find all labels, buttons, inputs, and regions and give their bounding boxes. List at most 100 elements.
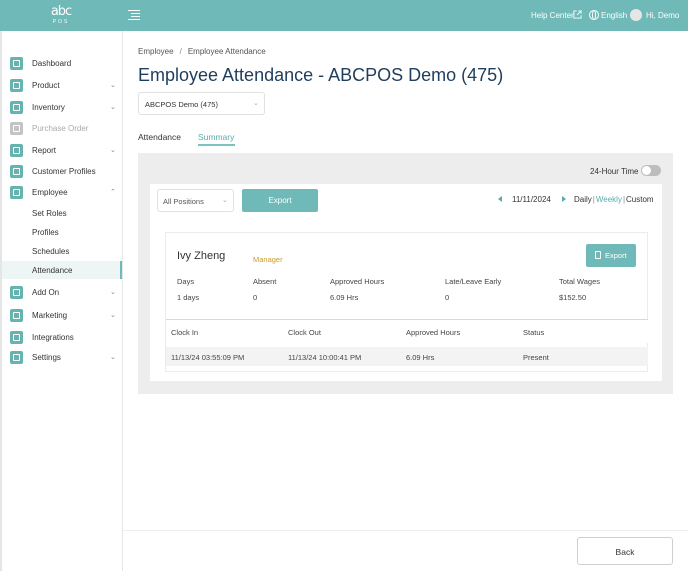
sidebar-item-label: Report xyxy=(32,146,57,155)
home-icon xyxy=(10,57,23,70)
sidebar-item-label: Product xyxy=(32,81,60,90)
positions-select-value: All Positions xyxy=(163,197,204,206)
stat-value-days: 1 days xyxy=(177,293,200,302)
positions-select[interactable]: All Positions ⌄ xyxy=(157,189,234,212)
sidebar-subitem-attendance[interactable]: Attendance xyxy=(2,261,122,279)
sidebar-item-add-on[interactable]: Add On ⌄ xyxy=(2,283,122,301)
stat-header-absent: Absent xyxy=(253,277,277,286)
sidebar-item-product[interactable]: Product ⌄ xyxy=(2,76,122,94)
sidebar-item-label: Customer Profiles xyxy=(32,167,96,176)
tab-attendance[interactable]: Attendance xyxy=(138,132,181,142)
document-icon xyxy=(595,251,601,259)
range-separator: | xyxy=(592,195,595,204)
stat-header-approved-hours: Approved Hours xyxy=(330,277,385,286)
breadcrumb-separator: / xyxy=(179,47,182,56)
chevron-down-icon: ⌄ xyxy=(110,289,116,296)
language-selector[interactable]: English xyxy=(601,11,627,20)
user-icon xyxy=(10,165,23,178)
range-custom[interactable]: Custom xyxy=(626,195,654,204)
range-weekly[interactable]: Weekly xyxy=(596,195,622,204)
external-link-icon[interactable] xyxy=(573,10,582,19)
breadcrumb-current: Employee Attendance xyxy=(187,47,266,56)
sidebar-subitem-schedules[interactable]: Schedules xyxy=(2,242,122,260)
main-content: Employee / Employee Attendance Employee At… xyxy=(123,31,688,530)
chevron-down-icon: ⌄ xyxy=(222,197,228,204)
sidebar-item-label: Add On xyxy=(32,288,60,297)
employee-export-label: Export xyxy=(605,251,627,260)
help-center-link[interactable]: Help Center xyxy=(531,11,574,20)
previous-date-icon[interactable] xyxy=(498,196,502,202)
logo-text: abc xyxy=(50,4,72,19)
sidebar-item-marketing[interactable]: Marketing ⌄ xyxy=(2,306,122,324)
summary-panel: 24-Hour Time All Positions ⌄ Export 11/1… xyxy=(138,153,673,394)
store-select[interactable]: ABCPOS Demo (475) ⌄ xyxy=(138,92,265,115)
range-daily[interactable]: Daily xyxy=(574,195,592,204)
stat-value-late-leave-early: 0 xyxy=(445,293,450,302)
sidebar-subitem-set-roles[interactable]: Set Roles xyxy=(2,204,122,222)
share-icon xyxy=(10,331,23,344)
24-hour-time-label: 24-Hour Time xyxy=(590,167,639,176)
sidebar-item-label: Schedules xyxy=(32,247,70,256)
breadcrumb-employee[interactable]: Employee xyxy=(138,47,174,56)
gear-icon xyxy=(10,351,23,364)
24-hour-time-toggle[interactable] xyxy=(641,165,661,176)
chevron-down-icon: ⌄ xyxy=(110,82,116,89)
stat-value-absent: 0 xyxy=(253,293,258,302)
cell-status: Present xyxy=(523,353,549,362)
sidebar-item-inventory[interactable]: Inventory ⌄ xyxy=(2,98,122,116)
sidebar-item-employee[interactable]: Employee ⌃ xyxy=(2,183,122,201)
sidebar-item-settings[interactable]: Settings ⌄ xyxy=(2,348,122,366)
table-row: 11/13/24 03:55:09 PM 11/13/24 10:00:41 P… xyxy=(166,347,648,366)
active-tab-indicator xyxy=(198,144,235,146)
sidebar-item-label: Profiles xyxy=(32,228,59,237)
clipboard-icon xyxy=(10,101,23,114)
sidebar-item-dashboard[interactable]: Dashboard xyxy=(2,54,122,72)
page-title: Employee Attendance - ABCPOS Demo (475) xyxy=(138,65,504,85)
stat-value-total-wages: $152.50 xyxy=(559,293,587,302)
breadcrumb: Employee / Employee Attendance xyxy=(138,47,266,56)
megaphone-icon xyxy=(10,309,23,322)
back-button[interactable]: Back xyxy=(577,537,673,565)
chevron-down-icon: ⌄ xyxy=(110,104,116,111)
range-separator: | xyxy=(622,195,626,204)
stat-value-approved-hours: 6.09 Hrs xyxy=(330,293,359,302)
sidebar-item-label: Marketing xyxy=(32,311,68,320)
chevron-down-icon: ⌄ xyxy=(110,354,116,361)
sidebar-item-report[interactable]: Report ⌄ xyxy=(2,141,122,159)
sidebar-subitem-profiles[interactable]: Profiles xyxy=(2,223,122,241)
sidebar-item-customer-profiles[interactable]: Customer Profiles xyxy=(2,162,122,180)
sidebar-item-label: Integrations xyxy=(32,333,74,342)
employee-role: Manager xyxy=(253,255,283,264)
column-header-clock-out: Clock Out xyxy=(288,328,321,337)
column-header-status: Status xyxy=(523,328,545,337)
grid-icon xyxy=(10,79,23,92)
next-date-icon[interactable] xyxy=(562,196,566,202)
puzzle-icon xyxy=(10,286,23,299)
menu-toggle-icon[interactable] xyxy=(128,10,140,20)
logo-subtext: POS xyxy=(52,19,70,25)
tab-summary[interactable]: Summary xyxy=(198,132,234,142)
sidebar-item-label: Inventory xyxy=(32,103,65,112)
stat-header-total-wages: Total Wages xyxy=(559,277,600,286)
stat-header-late-leave-early: Late/Leave Early xyxy=(445,277,502,286)
globe-icon[interactable] xyxy=(589,10,599,20)
employee-export-button[interactable]: Export xyxy=(586,244,636,267)
chevron-down-icon: ⌄ xyxy=(110,147,116,154)
cell-clock-out: 11/13/24 10:00:41 PM xyxy=(288,353,362,362)
stat-header-days: Days xyxy=(177,277,195,286)
employee-summary: Ivy Zheng Manager Export Days Absent App… xyxy=(165,232,648,372)
sidebar-item-purchase-order: Purchase Order xyxy=(2,119,122,137)
abcpos-logo[interactable]: abc POS xyxy=(47,5,75,26)
export-button[interactable]: Export xyxy=(242,189,318,212)
cart-icon xyxy=(10,122,23,135)
chevron-down-icon: ⌄ xyxy=(110,312,116,319)
chevron-down-icon: ⌄ xyxy=(253,100,259,107)
footer-bar: Back xyxy=(123,530,688,571)
store-select-value: ABCPOS Demo (475) xyxy=(145,100,218,109)
toggle-knob xyxy=(642,166,651,175)
sidebar-item-label: Dashboard xyxy=(32,59,72,68)
avatar[interactable] xyxy=(630,9,642,21)
sidebar-item-integrations[interactable]: Integrations xyxy=(2,328,122,346)
user-greeting[interactable]: Hi, Demo xyxy=(646,11,679,20)
sidebar-item-label: Attendance xyxy=(32,266,73,275)
